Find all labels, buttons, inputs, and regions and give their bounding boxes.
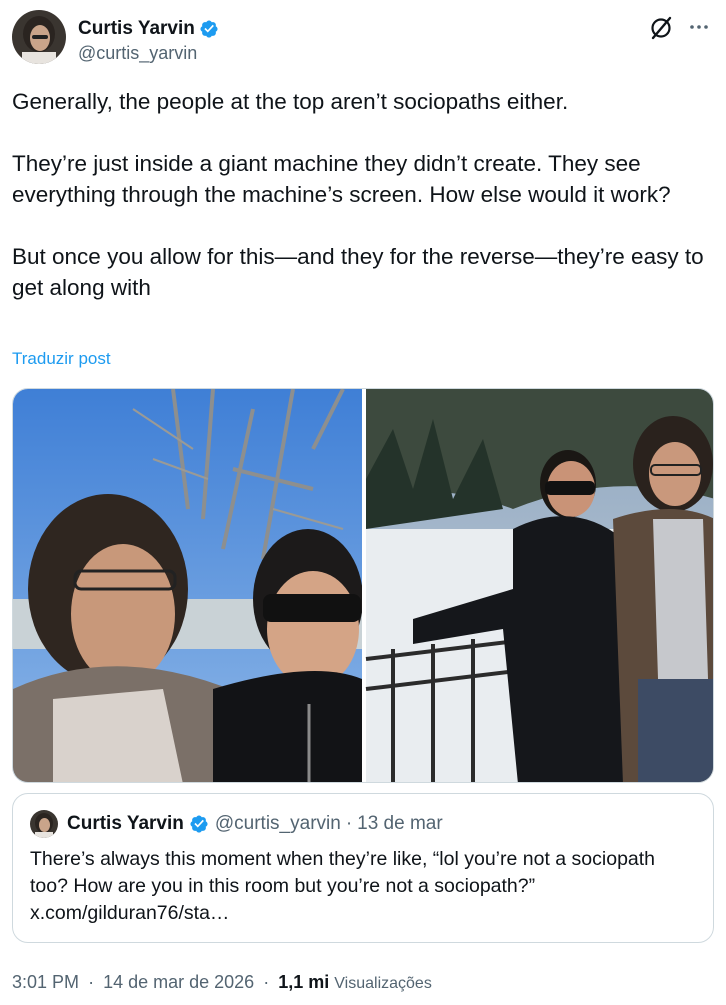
quoted-header: Curtis Yarvin @curtis_yarvin · 13 de mar xyxy=(67,810,443,838)
footer-separator: · xyxy=(88,972,95,992)
footer-separator: · xyxy=(263,972,270,992)
post-date[interactable]: 14 de mar de 2026 xyxy=(103,972,254,992)
author-avatar[interactable] xyxy=(12,10,66,64)
quoted-text: There’s always this moment when they’re … xyxy=(30,848,656,924)
post-time[interactable]: 3:01 PM xyxy=(12,972,79,992)
verified-badge-icon xyxy=(200,20,218,38)
views-count[interactable]: 1,1 mi xyxy=(278,972,329,992)
views-label: Visualizações xyxy=(334,975,432,992)
photo-left[interactable] xyxy=(13,389,363,783)
post-paragraph: They’re just inside a giant machine they… xyxy=(12,151,671,207)
post-header: Curtis Yarvin @curtis_yarvin xyxy=(12,10,714,66)
author-name[interactable]: Curtis Yarvin xyxy=(78,18,195,40)
quoted-date: 13 de mar xyxy=(357,813,443,834)
verified-badge-icon xyxy=(190,815,208,833)
post-media-grid xyxy=(12,388,714,783)
quoted-separator: · xyxy=(345,813,353,834)
quoted-author-avatar xyxy=(30,810,58,838)
post-paragraph: But once you allow for this—and they for… xyxy=(12,244,710,300)
author-handle[interactable]: @curtis_yarvin xyxy=(78,42,197,64)
grok-icon[interactable] xyxy=(648,15,674,41)
post-text: Generally, the people at the top aren’t … xyxy=(12,86,712,303)
quoted-post[interactable]: Curtis Yarvin @curtis_yarvin · 13 de mar… xyxy=(12,793,714,943)
more-dots-icon[interactable] xyxy=(688,16,710,38)
post-paragraph: Generally, the people at the top aren’t … xyxy=(12,89,569,114)
translate-post-link[interactable]: Traduzir post xyxy=(12,348,111,370)
photo-right[interactable] xyxy=(365,389,714,783)
quoted-author-handle: @curtis_yarvin xyxy=(214,813,341,834)
post-footer: 3:01 PM · 14 de mar de 2026 · 1,1 mi Vis… xyxy=(12,971,432,995)
quoted-author-name: Curtis Yarvin xyxy=(67,813,184,834)
